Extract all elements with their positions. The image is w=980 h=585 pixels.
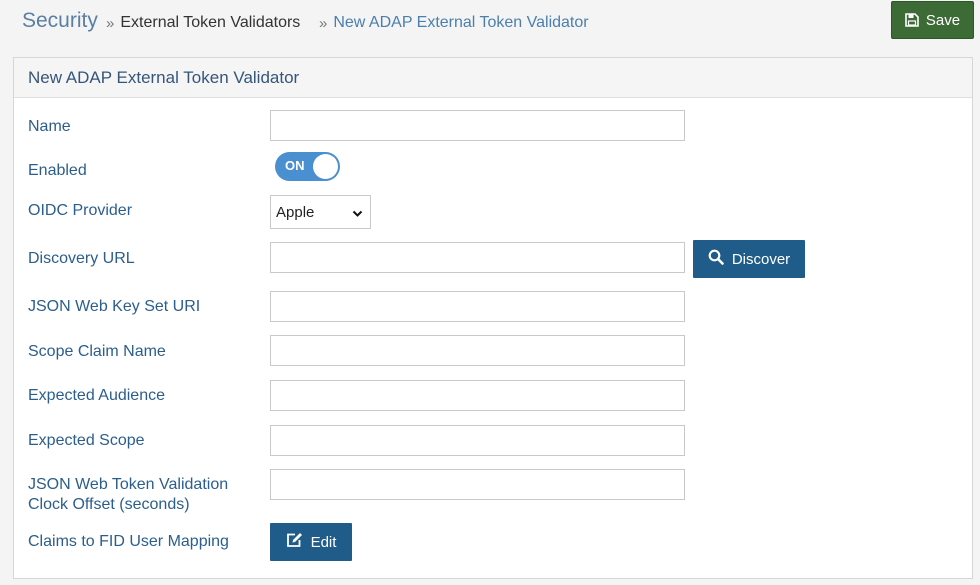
expected-audience-label: Expected Audience [28,387,165,404]
name-label: Name [28,118,71,135]
discovery-url-field[interactable] [270,242,685,273]
clock-offset-label: JSON Web Token Validation Clock Offset (… [28,475,258,515]
breadcrumb-root[interactable]: Security [22,9,98,33]
edit-label: Edit [310,533,337,551]
clock-offset-field[interactable] [270,469,685,500]
discover-label: Discover [731,250,791,268]
oidc-provider-label: OIDC Provider [28,202,133,219]
oidc-provider-select[interactable]: Apple [270,195,371,229]
chevron-double-right-icon: » [106,14,115,32]
top-bar: Security » External Token Validators » N… [0,0,980,44]
breadcrumb-item-current: » New ADAP External Token Validator [319,14,589,32]
claims-mapping-label: Claims to FID User Mapping [28,533,229,550]
clock-offset-label-line2: Clock Offset (seconds) [28,496,190,513]
breadcrumb-label: New ADAP External Token Validator [333,14,589,31]
scope-claim-name-label: Scope Claim Name [28,343,166,360]
expected-audience-field[interactable] [270,380,685,411]
expected-scope-label: Expected Scope [28,432,145,449]
enabled-toggle[interactable]: ON [275,152,340,181]
save-label: Save [925,11,961,29]
expected-scope-field[interactable] [270,425,685,456]
edit-icon [286,532,303,552]
chevron-down-icon [352,206,363,223]
scope-claim-name-field[interactable] [270,335,685,366]
validator-form-panel: New ADAP External Token Validator Name E… [13,57,973,579]
clock-offset-label-line1: JSON Web Token Validation [28,476,229,493]
breadcrumb-label: External Token Validators [120,14,301,31]
enabled-label: Enabled [28,162,87,179]
discover-button[interactable]: Discover [693,240,805,278]
chevron-double-right-icon: » [319,14,328,32]
edit-button[interactable]: Edit [270,523,352,561]
floppy-disk-icon [905,13,919,27]
discovery-url-label: Discovery URL [28,250,135,267]
jwks-uri-field[interactable] [270,291,685,322]
panel-title: New ADAP External Token Validator [28,67,300,87]
panel-header: New ADAP External Token Validator [14,58,972,98]
breadcrumb-item-external-token-validators[interactable]: » External Token Validators [106,14,300,32]
name-field[interactable] [270,110,685,141]
toggle-state-label: ON [285,158,305,173]
jwks-uri-label: JSON Web Key Set URI [28,298,201,315]
oidc-provider-value: Apple [276,203,315,221]
search-icon [708,249,724,269]
save-button[interactable]: Save [891,1,974,39]
toggle-knob [313,154,338,179]
